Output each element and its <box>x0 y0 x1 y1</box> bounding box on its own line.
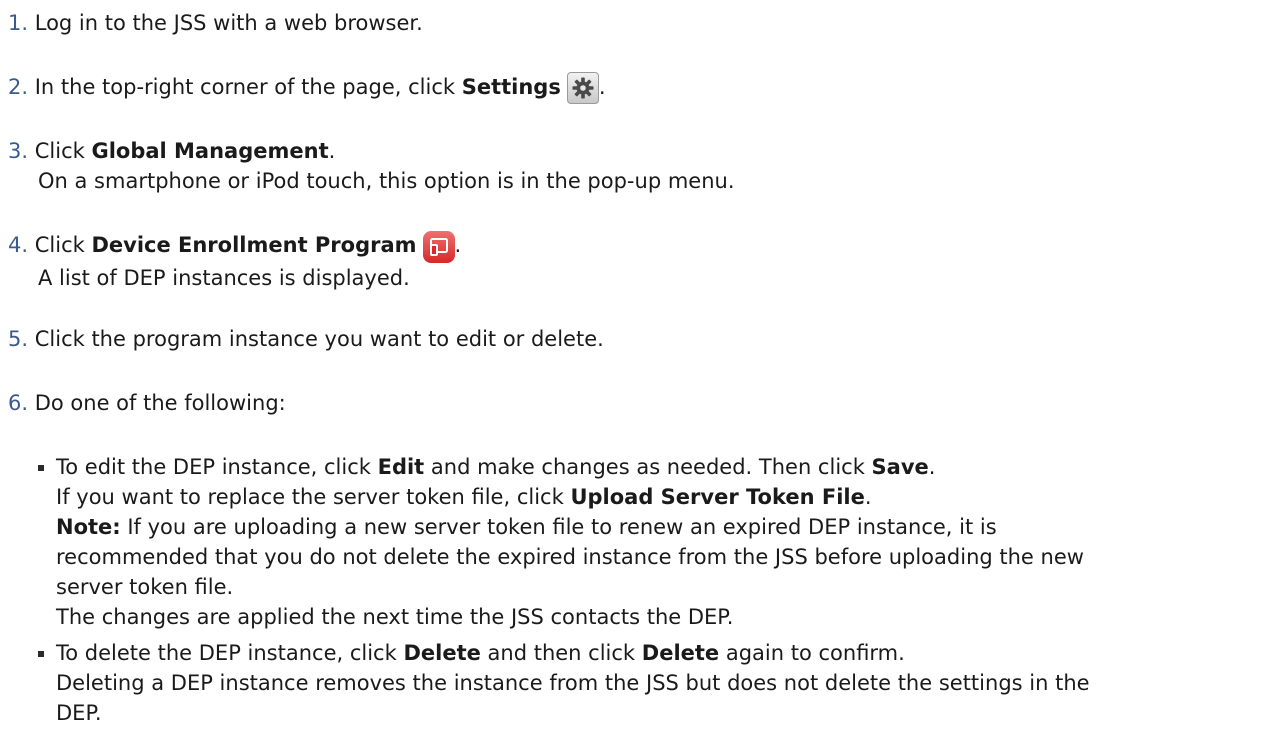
step-text: Log in to the JSS with a web browser. <box>34 11 423 35</box>
step-number: 6. <box>8 391 29 415</box>
step-number: 3. <box>8 139 29 163</box>
device-enrollment-icon <box>422 231 455 263</box>
step-1: 1. Log in to the JSS with a web browser. <box>8 8 423 38</box>
step-text-end: . <box>328 139 336 163</box>
bullet-text: . <box>864 485 872 509</box>
upload-server-token-file-label: Upload Server Token File <box>570 485 865 509</box>
step-text: In the top-right corner of the page, cli… <box>34 75 462 99</box>
gear-icon <box>566 72 599 104</box>
step-2: 2. In the top-right corner of the page, … <box>8 72 606 104</box>
step-text-end: . <box>454 233 462 257</box>
step-text: Do one of the following: <box>34 391 286 415</box>
delete-label: Delete <box>641 641 720 665</box>
edit-label: Edit <box>377 455 425 479</box>
device-enrollment-program-label: Device Enrollment Program <box>91 233 417 257</box>
step-number: 5. <box>8 327 29 351</box>
step-6: 6. Do one of the following: <box>8 388 286 418</box>
document: 1. Log in to the JSS with a web browser.… <box>0 0 1270 743</box>
step-3: 3. Click Global Management. On a smartph… <box>8 136 735 196</box>
step-number: 1. <box>8 11 29 35</box>
step-text-end: . <box>598 75 606 99</box>
bullet-text: The changes are applied the next time th… <box>56 605 734 629</box>
step-4: 4. Click Device Enrollment Program . A l… <box>8 230 461 293</box>
note-text: If you are uploading a new server token … <box>120 515 997 539</box>
bullet-marker <box>38 651 44 657</box>
note-text: recommended that you do not delete the e… <box>56 545 1084 569</box>
note-text: server token file. <box>56 575 234 599</box>
step-text: Click the program instance you want to e… <box>34 327 604 351</box>
step-text: Click <box>34 233 92 257</box>
step-text: Click <box>34 139 92 163</box>
bullet-text: To edit the DEP instance, click <box>56 455 378 479</box>
step-subtext: On a smartphone or iPod touch, this opti… <box>38 169 735 193</box>
settings-label: Settings <box>461 75 561 99</box>
step-5: 5. Click the program instance you want t… <box>8 324 604 354</box>
bullet-text: To delete the DEP instance, click <box>56 641 404 665</box>
save-label: Save <box>871 455 929 479</box>
step-number: 4. <box>8 233 29 257</box>
bullet-marker <box>38 465 44 471</box>
note-label: Note: <box>56 515 121 539</box>
bullet-text: and make changes as needed. Then click <box>424 455 872 479</box>
bullet-text: If you want to replace the server token … <box>56 485 571 509</box>
bullet-text: again to confirm. <box>719 641 905 665</box>
bullet-text: Deleting a DEP instance removes the inst… <box>56 671 1090 695</box>
global-management-label: Global Management <box>91 139 329 163</box>
bullet-text: . <box>928 455 936 479</box>
delete-label: Delete <box>403 641 481 665</box>
step-subtext: A list of DEP instances is displayed. <box>38 266 410 290</box>
step-number: 2. <box>8 75 29 99</box>
bullet-text: DEP. <box>56 701 102 725</box>
bullet-text: and then click <box>480 641 642 665</box>
